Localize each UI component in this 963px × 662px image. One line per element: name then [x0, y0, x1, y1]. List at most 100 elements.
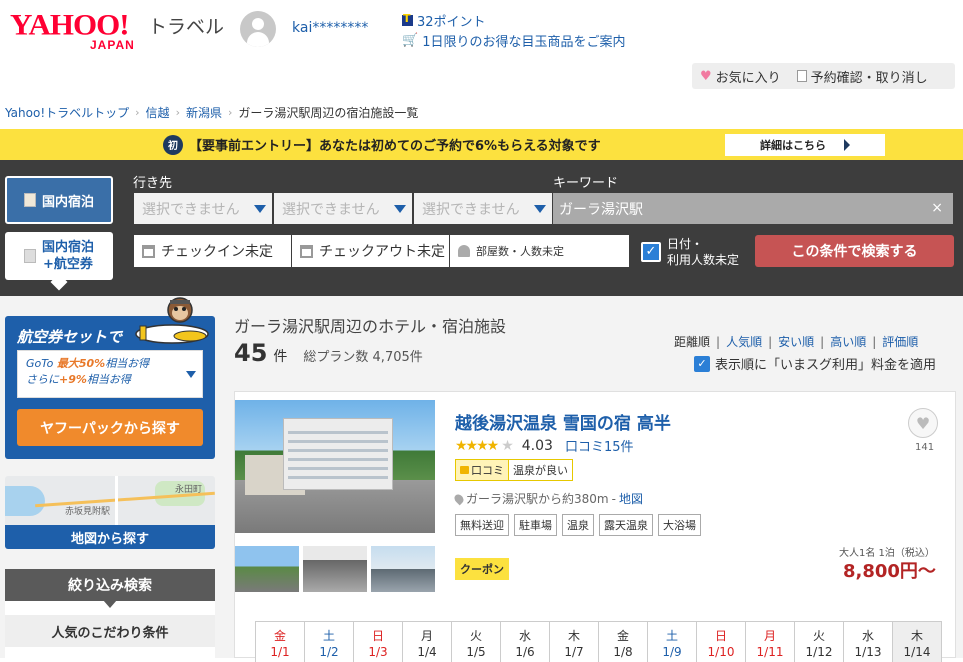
favorite-heart-icon[interactable]: ♥	[908, 408, 938, 438]
reviews-link[interactable]: 口コミ15件	[565, 436, 634, 455]
hotel-thumbnail[interactable]	[303, 546, 367, 592]
chevron-right-icon: ›	[135, 106, 140, 119]
rating: ★★★★ ★ 4.03 口コミ15件	[455, 436, 634, 456]
undecided-line2: 利用人数未定	[667, 253, 740, 267]
sort-expensive[interactable]: 高い順	[830, 333, 866, 350]
map-search[interactable]: 赤坂見附駅 永田町 地図から探す	[5, 476, 215, 549]
breadcrumb-prefecture[interactable]: 新潟県	[186, 104, 222, 121]
hotel-name-link[interactable]: 越後湯沢温泉 雪国の宿 高半	[455, 409, 671, 434]
undecided-date-checkbox[interactable]: ✓ 日付・利用人数未定	[641, 236, 739, 268]
access-dash: -	[611, 491, 616, 506]
calendar-day[interactable]: 金 1/8	[599, 622, 648, 662]
amenity-tag: 温泉	[562, 514, 594, 536]
review-tag: 口コミ	[455, 459, 509, 481]
amenity-tags: 無料送迎 駐車場 温泉 露天温泉 大浴場	[455, 514, 701, 536]
access-info: ガーラ湯沢駅から約380m - 地図	[452, 490, 643, 507]
imasugu-checkbox[interactable]: ✓ 表示順に「いまスグ利用」料金を適用	[694, 354, 936, 373]
location-pin-icon	[452, 492, 466, 505]
goto-line2-a: さらに	[26, 373, 59, 386]
breadcrumb-region[interactable]: 信越	[146, 104, 170, 121]
calendar-weekday: 火	[469, 629, 482, 643]
imasugu-label: 表示順に「いまスグ利用」料金を適用	[715, 358, 937, 373]
calendar-icon	[300, 244, 313, 258]
banner-detail-button[interactable]: 詳細はこちら	[725, 134, 885, 156]
header: YAHOO! JAPAN トラベル kai******** 32ポイント 🛒 1…	[0, 0, 963, 100]
results-title: ガーラ湯沢駅周辺のホテル・宿泊施設	[234, 317, 507, 336]
map-label: 赤坂見附駅	[65, 507, 111, 517]
tpoint-icon	[402, 12, 413, 26]
review-note: 温泉が良い	[509, 459, 573, 481]
points-link[interactable]: 32ポイント	[402, 11, 486, 30]
calendar-day[interactable]: 月 1/4	[403, 622, 452, 662]
undecided-line1: 日付・	[667, 237, 704, 251]
checkin-field[interactable]: チェックイン未定	[134, 235, 291, 267]
document-icon	[796, 70, 807, 82]
region-select[interactable]: 選択できません	[134, 193, 272, 224]
area-select[interactable]: 選択できません	[414, 193, 552, 224]
tab-domestic-stay[interactable]: 国内宿泊	[5, 176, 113, 224]
hotel-thumbnail[interactable]	[371, 546, 435, 592]
calendar-weekday: 木	[567, 629, 580, 643]
goto-line1-a: GoTo	[26, 357, 57, 370]
hotel-thumbnail[interactable]	[235, 546, 299, 592]
daily-deal-link[interactable]: 🛒 1日限りのお得な目玉商品をご案内	[402, 31, 625, 50]
sort-rating[interactable]: 評価順	[882, 333, 918, 350]
calendar-day[interactable]: 火 1/12	[795, 622, 844, 662]
search-button[interactable]: この条件で検索する	[755, 235, 954, 267]
reservation-link[interactable]: 予約確認・取り消し	[789, 67, 936, 86]
calendar-day[interactable]: 水 1/6	[501, 622, 550, 662]
goto-line1: GoTo 最大50%相当お得	[26, 356, 194, 372]
yahoo-japan-logo[interactable]: YAHOO! JAPAN	[10, 10, 150, 52]
yahoo-pack-button[interactable]: ヤフーパックから探す	[17, 409, 203, 446]
keyword-input[interactable]: ガーラ湯沢駅 ×	[553, 193, 953, 224]
cart-icon: 🛒	[402, 33, 419, 48]
checkout-field[interactable]: チェックアウト未定	[292, 235, 449, 267]
user-avatar-icon[interactable]	[240, 11, 276, 47]
calendar-day[interactable]: 月 1/11	[746, 622, 795, 662]
chevron-down-icon	[186, 371, 196, 378]
calendar-day[interactable]: 水 1/13	[844, 622, 893, 662]
map-search-button[interactable]: 地図から探す	[5, 525, 215, 549]
clear-icon[interactable]: ×	[931, 200, 943, 216]
checkmark-icon: ✓	[641, 242, 661, 262]
banner-text: 【要事前エントリー】あなたは初めてのご予約で6%もらえる対象です	[189, 139, 601, 154]
count-unit: 件	[273, 349, 288, 365]
favorites-link[interactable]: ♥ お気に入り	[692, 67, 789, 86]
hotel-card: 越後湯沢温泉 雪国の宿 高半 ♥ 141 ★★★★ ★ 4.03 口コミ15件 口…	[234, 391, 956, 662]
calendar-day[interactable]: 土 1/2	[305, 622, 354, 662]
brand-name[interactable]: トラベル	[148, 12, 224, 39]
divider: |	[768, 334, 773, 349]
sort-cheap[interactable]: 安い順	[778, 333, 814, 350]
sort-popular[interactable]: 人気順	[726, 333, 762, 350]
breadcrumb-top[interactable]: Yahoo!トラベルトップ	[5, 104, 129, 121]
price[interactable]: 8,800円〜	[843, 557, 936, 583]
banner-detail-label: 詳細はこちら	[760, 139, 826, 152]
prefecture-select[interactable]: 選択できません	[274, 193, 412, 224]
calendar-day[interactable]: 火 1/5	[452, 622, 501, 662]
amenity-tag: 駐車場	[514, 514, 557, 536]
goto-select[interactable]: GoTo 最大50%相当お得 さらに+9%相当お得	[17, 350, 203, 398]
air-set-title: 航空券セットで	[17, 328, 123, 346]
calendar-day[interactable]: 日 1/10	[697, 622, 746, 662]
tab-stay-plus-air[interactable]: 国内宿泊 +航空券	[5, 232, 113, 280]
count-number: 45	[234, 339, 268, 367]
calendar-weekday: 火	[812, 629, 825, 643]
calendar-day[interactable]: 日 1/3	[354, 622, 403, 662]
calendar-day[interactable]: 木 1/7	[550, 622, 599, 662]
total-plans: 総プラン数 4,705件	[303, 350, 423, 365]
calendar-day[interactable]: 金 1/1	[256, 622, 305, 662]
hotel-main-photo[interactable]	[235, 400, 435, 533]
rooms-guests-field[interactable]: 部屋数・人数未定	[450, 235, 629, 267]
username-link[interactable]: kai********	[292, 20, 368, 36]
sort-distance[interactable]: 距離順	[674, 333, 710, 350]
search-panel: 国内宿泊 国内宿泊 +航空券 行き先 キーワード 選択できません 選択できません …	[0, 160, 963, 296]
filter-popular-conditions[interactable]: 人気のこだわり条件	[5, 615, 215, 647]
calendar-day[interactable]: 土 1/9	[648, 622, 697, 662]
access-map-link[interactable]: 地図	[619, 490, 643, 507]
goto-line2: さらに+9%相当お得	[26, 372, 194, 388]
goto-line1-c: 相当お得	[105, 357, 150, 370]
heart-icon: ♥	[700, 68, 712, 84]
calendar-weekday: 金	[616, 629, 629, 643]
calendar-weekday: 月	[420, 629, 433, 643]
calendar-day[interactable]: 木 1/14	[893, 622, 942, 662]
